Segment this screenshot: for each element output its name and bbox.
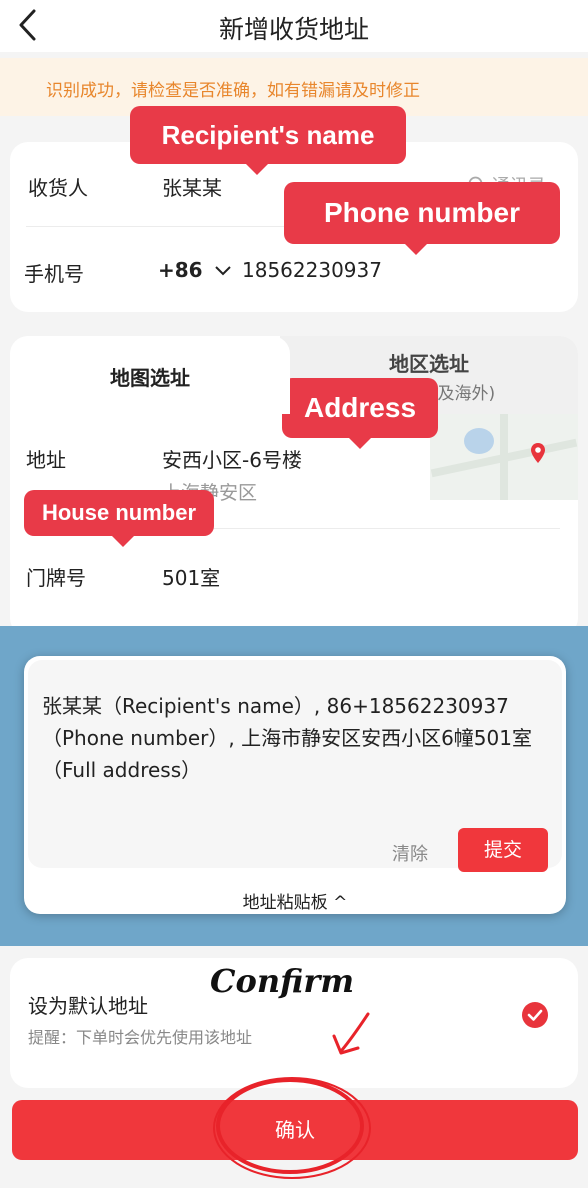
annotation-overlay <box>213 1012 371 1179</box>
confirm-annotation: Confirm <box>210 962 355 1000</box>
confirm-circle <box>216 1078 364 1174</box>
address-callout: Address <box>282 378 438 449</box>
phone-number-callout: Phone number <box>284 182 560 255</box>
confirm-circle-outer <box>213 1077 371 1179</box>
recipient-name-callout: Recipient's name <box>130 106 406 175</box>
house-number-callout: House number <box>24 490 214 547</box>
tab-map-select[interactable]: 地图选址 <box>10 336 290 414</box>
confirm-arrow <box>340 1012 370 1052</box>
